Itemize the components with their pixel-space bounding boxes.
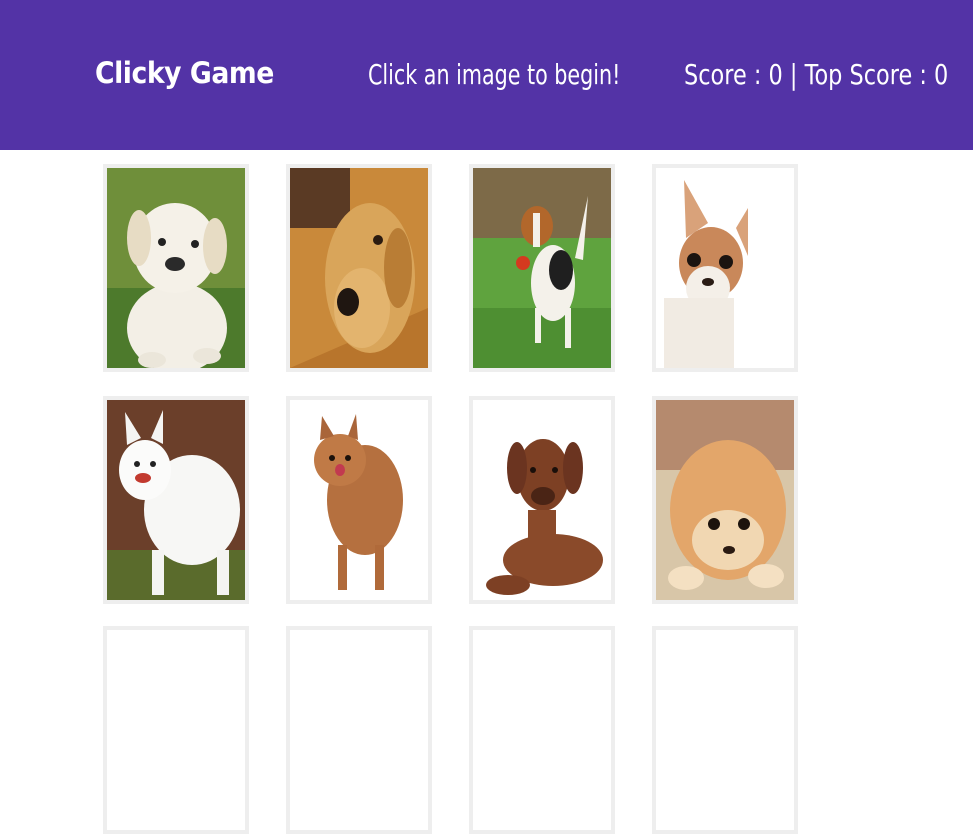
image-card[interactable] <box>103 164 249 372</box>
white-labrador-puppy-image <box>107 168 245 368</box>
image-card[interactable] <box>286 396 432 604</box>
boo-pomeranian-lying-image <box>656 400 794 600</box>
image-card[interactable] <box>286 626 432 834</box>
image-card[interactable] <box>286 164 432 372</box>
chihuahua-peeking-image <box>656 168 794 368</box>
image-card[interactable] <box>103 396 249 604</box>
white-samoyed-dog-image <box>107 400 245 600</box>
brown-mastiff-puppy-image <box>473 400 611 600</box>
image-card[interactable] <box>652 396 798 604</box>
image-card[interactable] <box>469 396 615 604</box>
image-card[interactable] <box>103 626 249 834</box>
beagle-with-red-ball-image <box>473 168 611 368</box>
image-card[interactable] <box>652 164 798 372</box>
pomeranian-standing-image <box>290 400 428 600</box>
image-card[interactable] <box>652 626 798 834</box>
image-card[interactable] <box>469 164 615 372</box>
image-card[interactable] <box>469 626 615 834</box>
golden-retriever-on-floor-image <box>290 168 428 368</box>
image-grid <box>0 0 973 834</box>
